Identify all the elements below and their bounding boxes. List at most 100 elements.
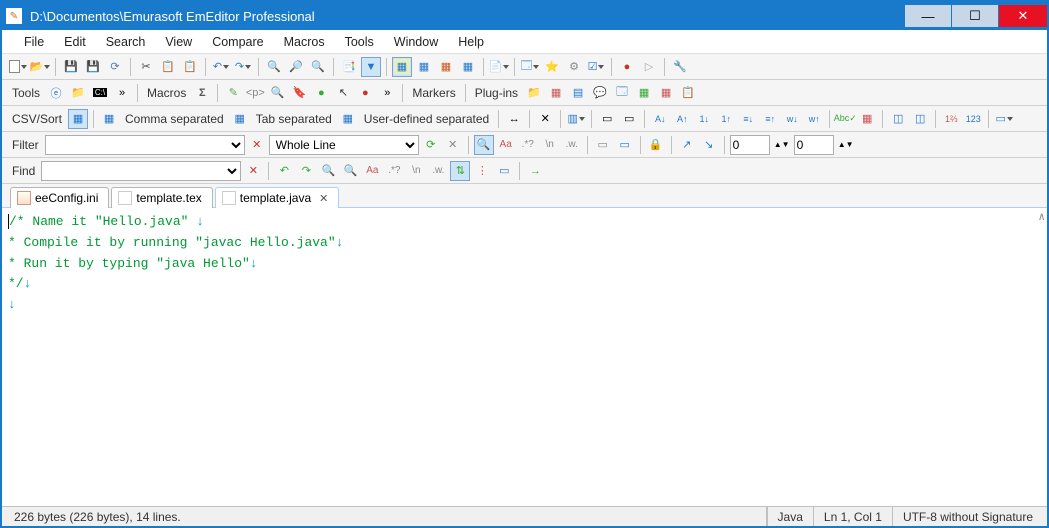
explorer-icon[interactable]: 📁 <box>68 83 88 103</box>
menu-macros[interactable]: Macros <box>274 32 335 52</box>
menu-file[interactable]: File <box>14 32 54 52</box>
paste-icon[interactable]: 📋 <box>180 57 200 77</box>
tab-label[interactable]: Tab separated <box>252 112 336 126</box>
redo-icon[interactable]: ↷ <box>233 57 253 77</box>
filter-regex-icon[interactable]: .*? <box>518 135 538 155</box>
plugin1-icon[interactable]: 📁 <box>524 83 544 103</box>
bookmark-icon[interactable]: 📑 <box>339 57 359 77</box>
macro-p-icon[interactable]: <p> <box>245 83 265 103</box>
filter-scope-select[interactable]: Whole Line <box>269 135 419 155</box>
scroll-up-icon[interactable]: ∧ <box>1038 210 1045 228</box>
filter-clear-icon[interactable]: ✕ <box>443 135 463 155</box>
find-replace-icon[interactable]: → <box>525 161 545 181</box>
filter-spin2-icon[interactable]: ▲▼ <box>836 135 856 155</box>
tab-icon[interactable]: ▦ <box>230 109 250 129</box>
comma-icon[interactable]: ▦ <box>99 109 119 129</box>
sort-za-icon[interactable]: A↑ <box>672 109 692 129</box>
undo-icon[interactable]: ↶ <box>211 57 231 77</box>
window-icon[interactable]: 🗔 <box>520 57 540 77</box>
filter-above-input[interactable] <box>730 135 770 155</box>
compare2-icon[interactable]: ◫ <box>910 109 930 129</box>
tab-close-icon[interactable]: ✕ <box>315 192 328 205</box>
cut-icon[interactable]: ✂ <box>136 57 156 77</box>
reload-icon[interactable]: ⟳ <box>105 57 125 77</box>
sigma-icon[interactable]: Σ <box>192 83 212 103</box>
find-count-icon[interactable]: ⋮ <box>472 161 492 181</box>
find-replace-icon[interactable]: 🔍 <box>308 57 328 77</box>
find-highlight-icon[interactable]: 🔍 <box>318 161 338 181</box>
close-button[interactable]: ✕ <box>999 5 1047 27</box>
filter-bookmark-icon[interactable]: ▭ <box>615 135 635 155</box>
menu-compare[interactable]: Compare <box>202 32 273 52</box>
filter-case-icon[interactable]: Aa <box>496 135 516 155</box>
sort-word-asc-icon[interactable]: w↓ <box>782 109 802 129</box>
menu-help[interactable]: Help <box>448 32 494 52</box>
macro-record2-icon[interactable]: ● <box>355 83 375 103</box>
settings-icon[interactable]: ⚙ <box>564 57 584 77</box>
cmd-icon[interactable]: C:\ <box>90 83 110 103</box>
open-file-icon[interactable]: 📂 <box>30 57 50 77</box>
macro-edit-icon[interactable]: ✎ <box>223 83 243 103</box>
menu-edit[interactable]: Edit <box>54 32 96 52</box>
find-case-icon[interactable]: Aa <box>362 161 382 181</box>
status-encoding[interactable]: UTF-8 without Signature <box>892 507 1043 526</box>
filter-toggle-icon[interactable]: ▼ <box>361 57 381 77</box>
plugin2-icon[interactable]: ▦ <box>546 83 566 103</box>
plugin7-icon[interactable]: ▦ <box>656 83 676 103</box>
sort-az-icon[interactable]: A↓ <box>650 109 670 129</box>
find-close-icon[interactable]: ✕ <box>243 161 263 181</box>
copy-icon[interactable]: 📋 <box>158 57 178 77</box>
find-prev-icon[interactable]: ↶ <box>274 161 294 181</box>
view-mode4-icon[interactable]: ▦ <box>458 57 478 77</box>
col-left-icon[interactable]: ▭ <box>597 109 617 129</box>
save-all-icon[interactable]: 💾 <box>83 57 103 77</box>
zoom-out-icon[interactable]: 🔎 <box>286 57 306 77</box>
macros-overflow-icon[interactable]: » <box>377 83 397 103</box>
compare1-icon[interactable]: ◫ <box>888 109 908 129</box>
macro-bookmark-icon[interactable]: 🔖 <box>289 83 309 103</box>
minimize-button[interactable]: — <box>905 5 951 27</box>
menu-window[interactable]: Window <box>384 32 448 52</box>
find-escape-icon[interactable]: \n <box>406 161 426 181</box>
find-wrap-icon[interactable]: ⇅ <box>450 161 470 181</box>
csv-normal-icon[interactable]: ▦ <box>68 109 88 129</box>
find-word-icon[interactable]: .w. <box>428 161 448 181</box>
favorites-icon[interactable]: ⭐ <box>542 57 562 77</box>
number-icon[interactable]: 1⅔ <box>941 109 961 129</box>
user-label[interactable]: User-defined separated <box>360 112 493 126</box>
filter-escape-icon[interactable]: \n <box>540 135 560 155</box>
play-macro-icon[interactable]: ▷ <box>639 57 659 77</box>
menu-view[interactable]: View <box>155 32 202 52</box>
filter-below-input[interactable] <box>794 135 834 155</box>
heading-icon[interactable]: ▭ <box>994 109 1014 129</box>
macro-run-icon[interactable]: ● <box>311 83 331 103</box>
maximize-button[interactable]: ☐ <box>952 5 998 27</box>
user-defined-icon[interactable]: ▦ <box>338 109 358 129</box>
plugin5-icon[interactable]: 🗔 <box>612 83 632 103</box>
menu-tools[interactable]: Tools <box>335 32 384 52</box>
macro-cursor-icon[interactable]: ↖ <box>333 83 353 103</box>
spell-icon[interactable]: Abc✓ <box>835 109 855 129</box>
filter-close-icon[interactable]: ✕ <box>247 135 267 155</box>
comma-label[interactable]: Comma separated <box>121 112 228 126</box>
number2-icon[interactable]: 123 <box>963 109 983 129</box>
save-icon[interactable]: 💾 <box>61 57 81 77</box>
filter-in-icon[interactable]: ↘ <box>699 135 719 155</box>
filter-word-icon[interactable]: .w. <box>562 135 582 155</box>
sort-num-desc-icon[interactable]: 1↑ <box>716 109 736 129</box>
filter-find-icon[interactable]: 🔍 <box>474 135 494 155</box>
view-mode1-icon[interactable]: ▦ <box>392 57 412 77</box>
filter-negative-icon[interactable]: ▭ <box>593 135 613 155</box>
filter-out-icon[interactable]: ↗ <box>677 135 697 155</box>
help-tool-icon[interactable]: 🔧 <box>670 57 690 77</box>
view-mode2-icon[interactable]: ▦ <box>414 57 434 77</box>
view-mode3-icon[interactable]: ▦ <box>436 57 456 77</box>
plugin4-icon[interactable]: 💬 <box>590 83 610 103</box>
filter-spin1-icon[interactable]: ▲▼ <box>772 135 792 155</box>
zoom-in-icon[interactable]: 🔍 <box>264 57 284 77</box>
properties-icon[interactable]: 📄 <box>489 57 509 77</box>
sort-num-asc-icon[interactable]: 1↓ <box>694 109 714 129</box>
ie-icon[interactable]: ⓔ <box>46 83 66 103</box>
tab-template-java[interactable]: template.java ✕ <box>215 187 340 208</box>
csv-tool1-icon[interactable]: ↔ <box>504 109 524 129</box>
